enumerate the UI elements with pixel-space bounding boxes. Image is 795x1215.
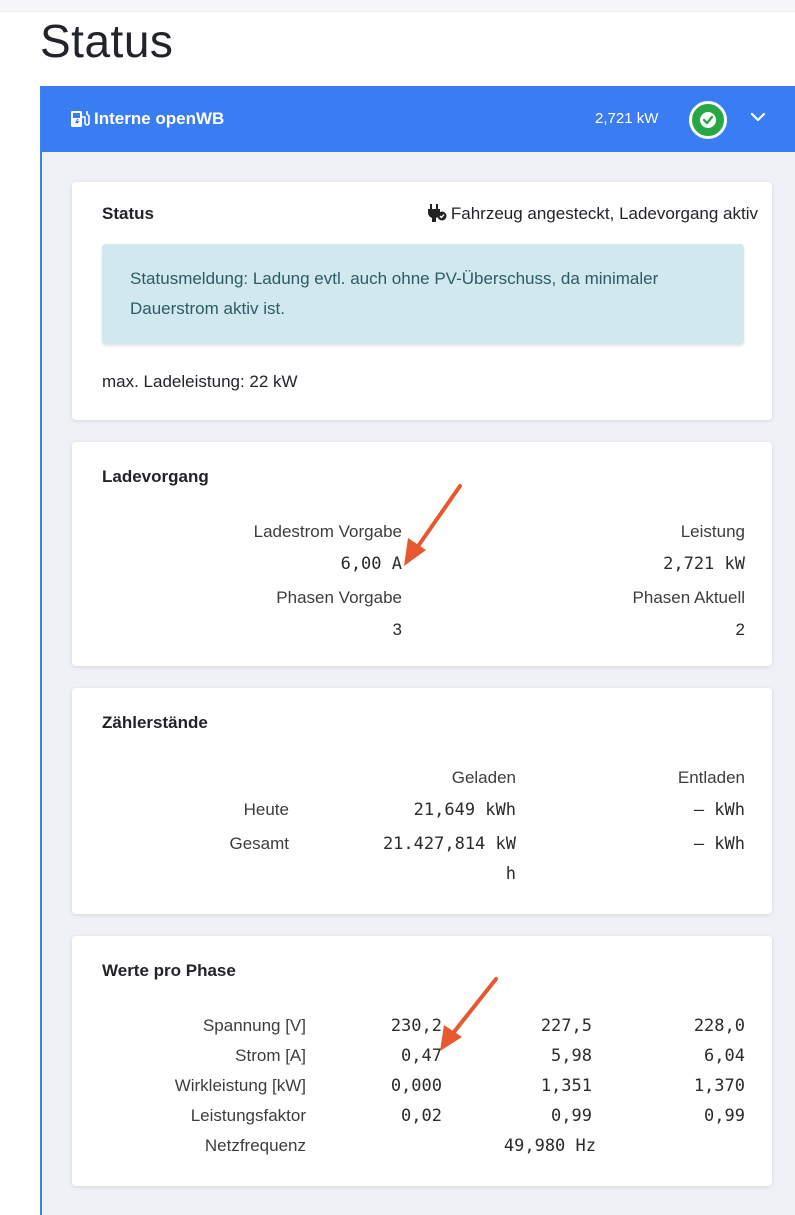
- discharged-value: – kWh: [693, 800, 745, 820]
- phase-3-value: 0,99: [704, 1106, 745, 1126]
- phases-setpoint-value: 3: [392, 620, 402, 639]
- phase-3-value: 6,04: [704, 1046, 745, 1066]
- power-value: 2,721 kW: [663, 554, 745, 574]
- charge-point-title: Interne openWB: [70, 109, 224, 129]
- max-charge-power: max. Ladeleistung: 22 kW: [102, 372, 298, 391]
- status-card: Status Fahrzeug angesteckt, Ladevorgang …: [72, 182, 772, 420]
- header-power: 2,721 kW: [595, 110, 659, 127]
- charging-state: Fahrzeug angesteckt, Ladevorgang aktiv: [427, 204, 758, 227]
- phase-row-label: Leistungsfaktor: [190, 1106, 306, 1125]
- phase-row-label: Wirkleistung [kW]: [174, 1076, 306, 1095]
- chevron-down-icon[interactable]: [749, 108, 767, 131]
- status-message: Statusmeldung: Ladung evtl. auch ohne PV…: [102, 244, 744, 344]
- status-card-title: Status: [102, 204, 154, 223]
- frequency-label: Netzfrequenz: [204, 1136, 306, 1155]
- charged-value: 21.427,814 kW: [382, 834, 516, 854]
- check-circle-icon: [689, 101, 727, 139]
- annotation-arrow: [404, 484, 462, 566]
- phase-row-label: Strom [A]: [235, 1046, 306, 1065]
- charged-value: 21,649 kWh: [413, 800, 516, 820]
- power-label: Leistung: [680, 522, 745, 541]
- page-title: Status: [40, 15, 174, 67]
- top-bar: [0, 0, 795, 12]
- phase-1-value: 0,02: [401, 1106, 442, 1126]
- phase-3-value: 228,0: [693, 1016, 745, 1036]
- col-charged-header: Geladen: [451, 768, 516, 787]
- phases-actual-label: Phasen Aktuell: [632, 588, 745, 607]
- phase-row-label: Spannung [V]: [202, 1016, 306, 1035]
- row-label: Heute: [243, 800, 289, 819]
- phase-2-value: 5,98: [551, 1046, 592, 1066]
- annotation-arrow: [440, 977, 498, 1051]
- charge-point-header[interactable]: Interne openWB 2,721 kW: [42, 86, 795, 152]
- charging-station-icon: [70, 109, 92, 134]
- charging-state-text: Fahrzeug angesteckt, Ladevorgang aktiv: [450, 204, 758, 223]
- discharged-value: – kWh: [693, 834, 745, 854]
- phase-1-value: 0,000: [390, 1076, 442, 1096]
- meter-card: Zählerstände Geladen Entladen Heute 21,6…: [72, 688, 772, 914]
- phase-values-card: Werte pro Phase Spannung [V] 230,2 227,5…: [72, 936, 772, 1186]
- col-discharged-header: Entladen: [677, 768, 745, 787]
- phases-actual-value: 2: [735, 620, 745, 639]
- charge-point-card: Interne openWB 2,721 kW Status Fahrzeug …: [40, 86, 795, 1215]
- frequency-value: 49,980 Hz: [503, 1136, 596, 1156]
- phase-2-value: 1,351: [540, 1076, 592, 1096]
- phase-2-value: 227,5: [540, 1016, 592, 1036]
- plug-icon: [427, 204, 447, 227]
- current-setpoint-value: 6,00 A: [340, 554, 402, 574]
- phase-3-value: 1,370: [693, 1076, 745, 1096]
- charge-point-name: Interne openWB: [94, 109, 225, 128]
- charging-card-title: Ladevorgang: [102, 467, 209, 486]
- charged-value-wrap: h: [505, 864, 516, 884]
- current-setpoint-label: Ladestrom Vorgabe: [253, 522, 402, 541]
- phase-card-title: Werte pro Phase: [102, 961, 236, 980]
- phase-2-value: 0,99: [551, 1106, 592, 1126]
- phases-setpoint-label: Phasen Vorgabe: [276, 588, 402, 607]
- meter-card-title: Zählerstände: [102, 713, 208, 732]
- row-label: Gesamt: [229, 834, 289, 853]
